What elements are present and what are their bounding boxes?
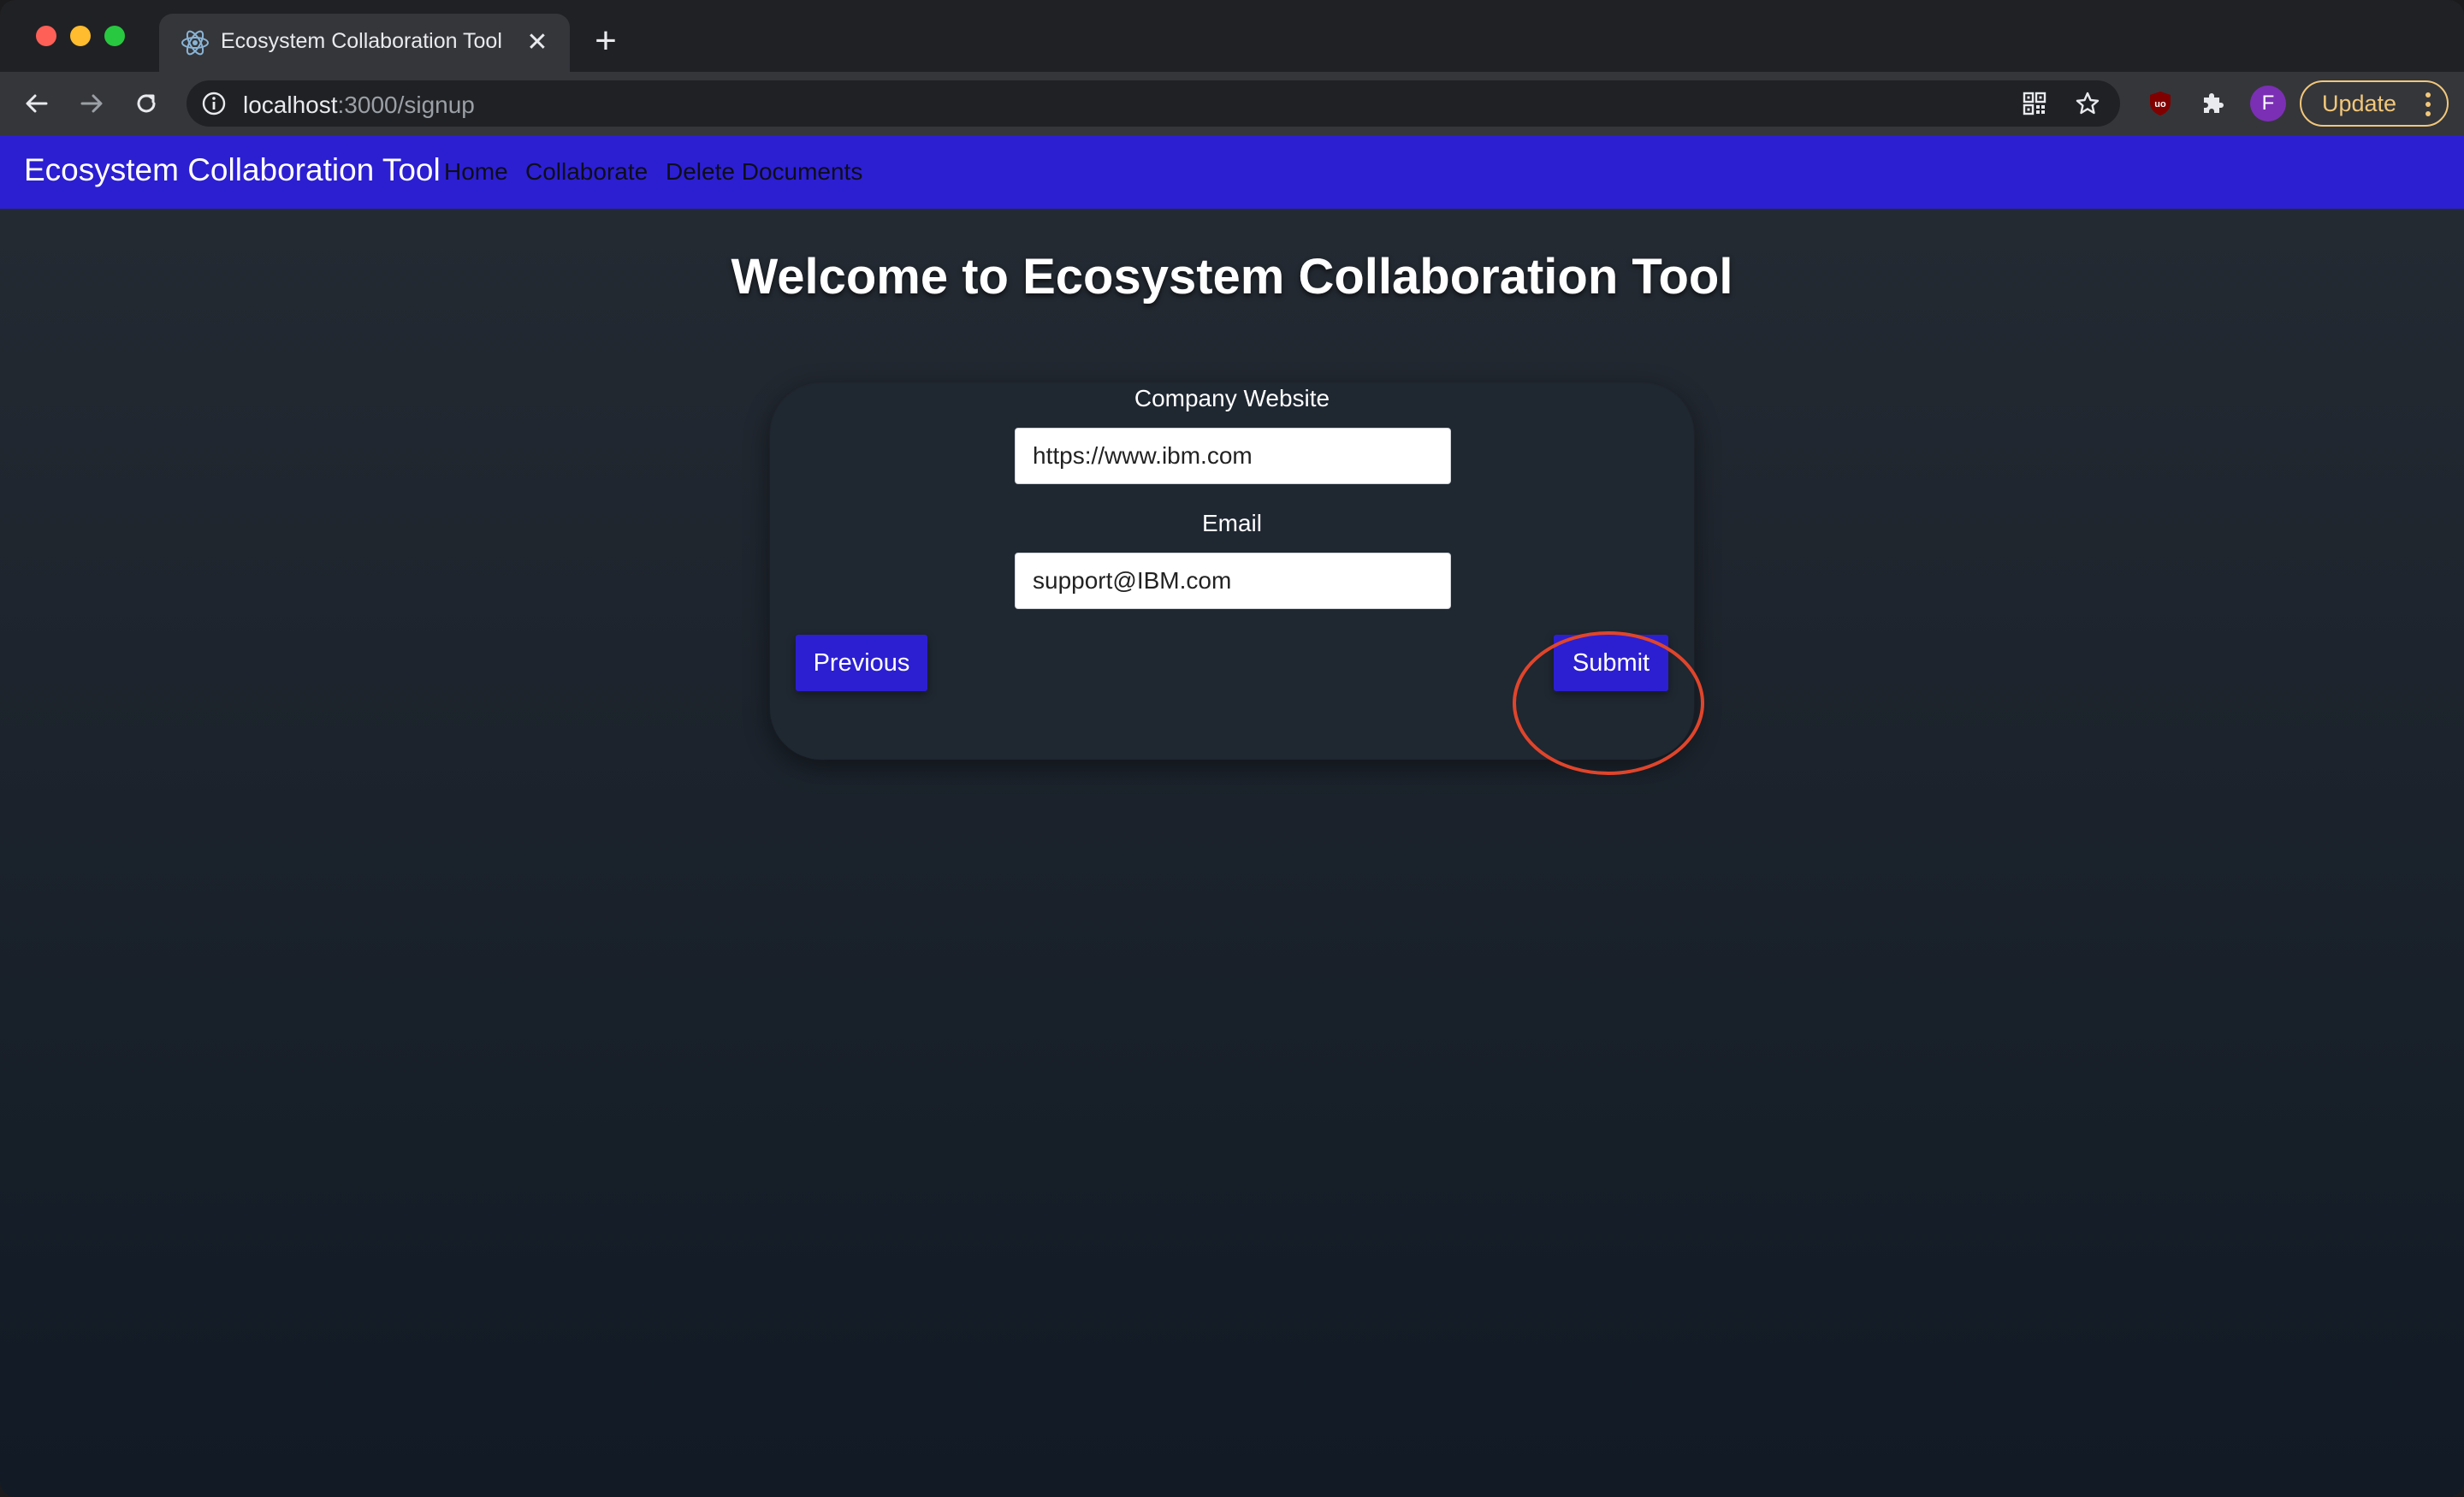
email-input[interactable]: [1015, 553, 1451, 609]
address-bar[interactable]: localhost:3000/signup: [187, 80, 2120, 127]
browser-tab-active[interactable]: Ecosystem Collaboration Tool ✕: [159, 14, 570, 72]
browser-toolbar: localhost:3000/signup uo F Update: [0, 72, 2464, 135]
previous-button[interactable]: Previous: [796, 635, 927, 691]
website-label: Company Website: [1134, 385, 1330, 411]
page-title: Welcome to Ecosystem Collaboration Tool: [731, 249, 1733, 305]
minimize-window-button[interactable]: [70, 26, 91, 46]
address-url: localhost:3000/signup: [243, 92, 475, 119]
maximize-window-button[interactable]: [104, 26, 125, 46]
bookmark-star-icon[interactable]: [2074, 90, 2101, 117]
qr-code-icon[interactable]: [2021, 90, 2048, 117]
email-label: Email: [1201, 510, 1262, 536]
browser-window: Ecosystem Collaboration Tool ✕ + localho…: [0, 0, 2464, 1497]
back-arrow-icon[interactable]: [17, 84, 56, 123]
nav-link-collaborate[interactable]: Collaborate: [525, 158, 648, 186]
signup-form-card: Company Website Email Previous Submit: [770, 383, 1694, 760]
submit-button[interactable]: Submit: [1554, 635, 1668, 691]
update-label: Update: [2322, 90, 2397, 116]
plus-icon[interactable]: +: [589, 22, 623, 60]
tab-strip: Ecosystem Collaboration Tool ✕ +: [0, 0, 2464, 72]
nav-link-delete-documents[interactable]: Delete Documents: [666, 158, 862, 186]
update-button[interactable]: Update: [2300, 80, 2449, 127]
close-icon[interactable]: ✕: [522, 27, 553, 58]
site-info-icon[interactable]: [200, 90, 228, 117]
profile-avatar[interactable]: F: [2250, 86, 2286, 121]
forward-arrow-icon[interactable]: [72, 84, 111, 123]
app-navbar: Ecosystem Collaboration Tool Home Collab…: [0, 135, 2464, 209]
address-path: :3000/signup: [337, 92, 475, 118]
website-input[interactable]: [1015, 428, 1451, 484]
close-window-button[interactable]: [36, 26, 56, 46]
address-host: localhost: [243, 92, 338, 118]
extensions-puzzle-icon[interactable]: [2195, 86, 2231, 121]
ublock-icon[interactable]: uo: [2142, 86, 2178, 121]
tab-title: Ecosystem Collaboration Tool: [221, 29, 502, 53]
svg-text:uo: uo: [2154, 99, 2166, 109]
nav-link-home[interactable]: Home: [444, 158, 508, 186]
app-brand[interactable]: Ecosystem Collaboration Tool: [24, 152, 441, 188]
reload-icon[interactable]: [127, 84, 166, 123]
react-atom-icon: [181, 30, 209, 56]
page-viewport: Ecosystem Collaboration Tool Home Collab…: [0, 135, 2464, 1497]
kebab-menu-icon: [2426, 92, 2431, 116]
